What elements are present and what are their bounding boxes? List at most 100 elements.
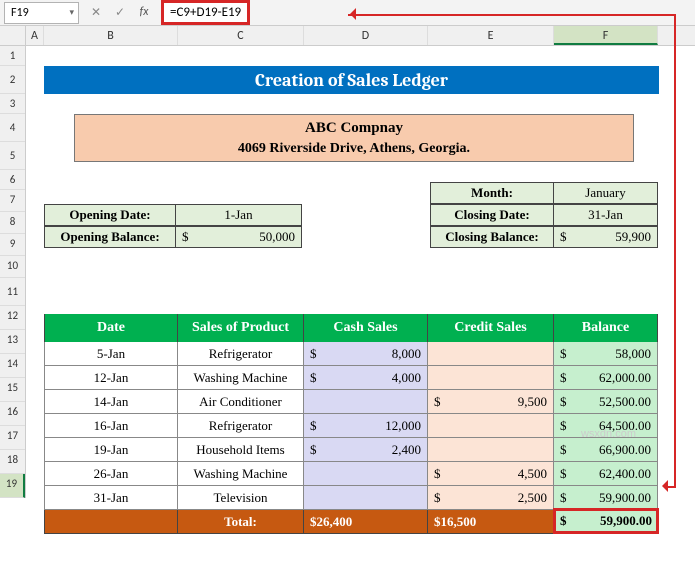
cell-balance[interactable]: $62,000.00 (554, 366, 658, 390)
month-value[interactable]: January (554, 182, 658, 204)
row-header[interactable]: 5 (0, 142, 25, 170)
cell-cash[interactable]: $12,000 (304, 414, 428, 438)
arrow-head-icon (344, 8, 356, 20)
row-header[interactable]: 6 (0, 170, 25, 190)
cell-date[interactable]: 16-Jan (44, 414, 178, 438)
closing-date-value[interactable]: 31-Jan (554, 204, 658, 226)
total-cash[interactable]: $26,400 (304, 510, 428, 534)
name-box[interactable]: F19 ▾ (4, 2, 79, 24)
row-header[interactable]: 19 (0, 474, 25, 498)
table-header-row: Date Sales of Product Cash Sales Credit … (44, 314, 658, 342)
summary-left: Opening Date: 1-Jan Opening Balance: $50… (44, 204, 302, 248)
row-header[interactable]: 10 (0, 256, 25, 278)
total-credit[interactable]: $16,500 (428, 510, 554, 534)
col-header-e[interactable]: E (428, 26, 554, 45)
col-header-d[interactable]: D (304, 26, 428, 45)
cell-credit[interactable]: $4,500 (428, 462, 554, 486)
cell-cash[interactable] (304, 486, 428, 510)
opening-date-value[interactable]: 1-Jan (176, 204, 302, 226)
name-box-dropdown-icon[interactable]: ▾ (69, 7, 78, 18)
row-header[interactable]: 11 (0, 278, 25, 306)
cell-cash[interactable] (304, 462, 428, 486)
row-header[interactable]: 18 (0, 450, 25, 474)
cell-credit[interactable] (428, 366, 554, 390)
cell-credit[interactable] (428, 414, 554, 438)
th-balance: Balance (554, 314, 658, 342)
total-balance-cell[interactable]: $59,900.00 (554, 510, 658, 534)
cell-product[interactable]: Refrigerator (178, 342, 304, 366)
cell-product[interactable]: Air Conditioner (178, 390, 304, 414)
cell-balance[interactable]: $59,900.00 (554, 486, 658, 510)
opening-balance-value[interactable]: $50,000 (176, 226, 302, 248)
row-header[interactable]: 4 (0, 114, 25, 142)
fx-icon[interactable]: fx (135, 5, 153, 20)
name-box-value: F19 (11, 6, 29, 20)
col-header-a[interactable]: A (26, 26, 44, 45)
cell-product[interactable]: Household Items (178, 438, 304, 462)
total-label[interactable]: Total: (178, 510, 304, 534)
cell-date[interactable]: 31-Jan (44, 486, 178, 510)
cell-cash[interactable]: $8,000 (304, 342, 428, 366)
cell-credit[interactable]: $2,500 (428, 486, 554, 510)
cell-cash[interactable]: $4,000 (304, 366, 428, 390)
row-header[interactable]: 7 (0, 190, 25, 212)
th-credit: Credit Sales (428, 314, 554, 342)
col-header-c[interactable]: C (178, 26, 304, 45)
cell-balance[interactable]: $66,900.00 (554, 438, 658, 462)
company-box: ABC Compnay 4069 Riverside Drive, Athens… (74, 114, 634, 162)
row-header[interactable]: 16 (0, 402, 25, 426)
formula-input[interactable]: =C9+D19-E19 (161, 0, 250, 25)
total-row: Total: $26,400 $16,500 $59,900.00 (44, 510, 658, 534)
cell-balance[interactable]: $58,000 (554, 342, 658, 366)
annotation-arrow (674, 14, 676, 486)
cell-product[interactable]: Refrigerator (178, 414, 304, 438)
company-name: ABC Compnay (75, 120, 633, 137)
th-cash: Cash Sales (304, 314, 428, 342)
cell-date[interactable]: 26-Jan (44, 462, 178, 486)
col-header-b[interactable]: B (44, 26, 178, 45)
cell-cash[interactable] (304, 390, 428, 414)
cell-product[interactable]: Television (178, 486, 304, 510)
cell-credit[interactable]: $9,500 (428, 390, 554, 414)
closing-balance-value[interactable]: $59,900 (554, 226, 658, 248)
cell-credit[interactable] (428, 438, 554, 462)
row-header[interactable]: 1 (0, 46, 25, 66)
table-row: 26-JanWashing Machine $4,500$62,400.00 (44, 462, 658, 486)
select-all-corner[interactable] (0, 26, 26, 45)
cell-product[interactable]: Washing Machine (178, 366, 304, 390)
closing-date-label: Closing Date: (430, 204, 554, 226)
row-headers: 1 2 3 4 5 6 7 8 9 10 11 12 13 14 15 16 1… (0, 46, 26, 498)
col-header-f[interactable]: F (554, 26, 658, 45)
cell-cash[interactable]: $2,400 (304, 438, 428, 462)
row-header[interactable]: 8 (0, 212, 25, 234)
row-header[interactable]: 17 (0, 426, 25, 450)
table-row: 31-JanTelevision $2,500$59,900.00 (44, 486, 658, 510)
row-header[interactable]: 3 (0, 94, 25, 114)
confirm-icon[interactable]: ✓ (111, 5, 129, 20)
table-row: 5-JanRefrigerator$8,000 $58,000 (44, 342, 658, 366)
cell-balance[interactable]: $62,400.00 (554, 462, 658, 486)
row-header[interactable]: 12 (0, 306, 25, 330)
row-header[interactable]: 14 (0, 354, 25, 378)
table-row: 14-JanAir Conditioner $9,500$52,500.00 (44, 390, 658, 414)
cell-date[interactable]: 14-Jan (44, 390, 178, 414)
cell-date[interactable]: 12-Jan (44, 366, 178, 390)
cancel-icon[interactable]: ✕ (87, 5, 105, 20)
formula-text: =C9+D19-E19 (170, 5, 241, 20)
selected-cell-highlight: $59,900.00 (553, 508, 659, 534)
row-header[interactable]: 15 (0, 378, 25, 402)
row-header[interactable]: 2 (0, 66, 25, 94)
table-row: 16-JanRefrigerator$12,000$64,500.00 (44, 414, 658, 438)
cell-credit[interactable] (428, 342, 554, 366)
cell-product[interactable]: Washing Machine (178, 462, 304, 486)
worksheet[interactable]: Creation of Sales Ledger ABC Compnay 406… (26, 46, 666, 498)
company-address: 4069 Riverside Drive, Athens, Georgia. (75, 141, 633, 157)
row-header[interactable]: 13 (0, 330, 25, 354)
column-headers: A B C D E F (0, 26, 695, 46)
cell-date[interactable]: 5-Jan (44, 342, 178, 366)
row-header[interactable]: 9 (0, 234, 25, 256)
ledger-table: Date Sales of Product Cash Sales Credit … (44, 314, 658, 534)
cell-balance[interactable]: $52,500.00 (554, 390, 658, 414)
total-cell[interactable] (44, 510, 178, 534)
cell-date[interactable]: 19-Jan (44, 438, 178, 462)
